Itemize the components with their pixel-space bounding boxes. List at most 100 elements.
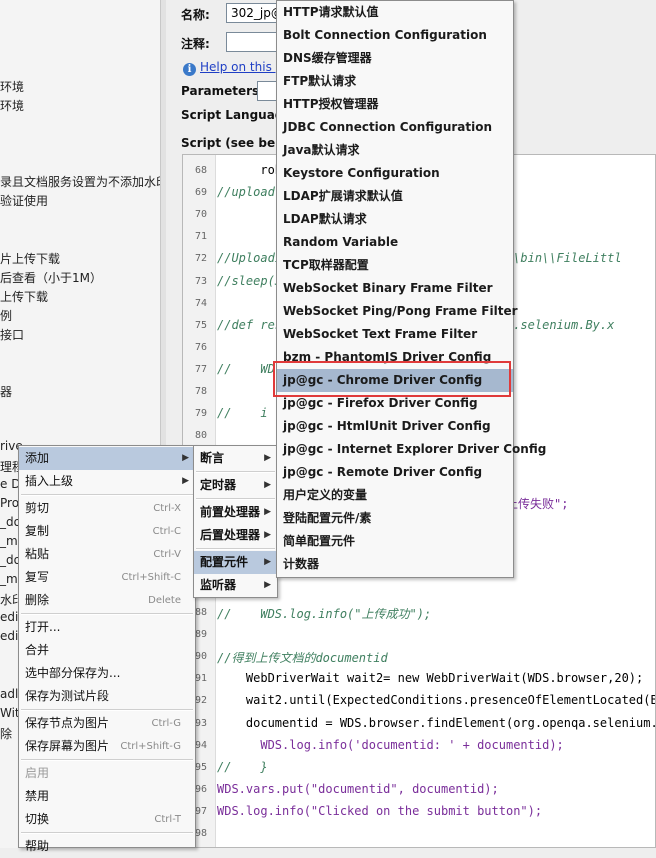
tree-node-label[interactable]: 器 bbox=[0, 383, 12, 400]
menu-item-cut[interactable]: 剪切 Ctrl-X bbox=[19, 497, 195, 520]
line-number: 74 bbox=[194, 297, 207, 309]
shortcut-hint: Ctrl-G bbox=[151, 718, 181, 729]
menu-item-label: 帮助 bbox=[25, 839, 50, 853]
submenu-arrow-icon: ▶ bbox=[182, 453, 189, 463]
submenu-arrow-icon: ▶ bbox=[264, 480, 271, 490]
menu-item-label: 启用 bbox=[25, 766, 50, 780]
config-menu-item[interactable]: LDAP扩展请求默认值 bbox=[277, 185, 513, 208]
menu-item-label: 选中部分保存为... bbox=[25, 666, 121, 680]
shortcut-hint: Ctrl-V bbox=[153, 549, 181, 560]
submenu-arrow-icon: ▶ bbox=[264, 580, 271, 590]
config-menu-item[interactable]: HTTP授权管理器 bbox=[277, 93, 513, 116]
config-menu-item[interactable]: jp@gc - HtmlUnit Driver Config bbox=[277, 415, 513, 438]
config-menu-item[interactable]: TCP取样器配置 bbox=[277, 254, 513, 277]
tree-node-label[interactable]: 例 bbox=[0, 307, 12, 324]
tree-node-label[interactable]: 除 bbox=[0, 725, 12, 742]
help-link[interactable]: Help on this p bbox=[200, 60, 283, 74]
menu-item-label: 打开... bbox=[25, 620, 61, 634]
menu-item-save-fragment[interactable]: 保存为测试片段 bbox=[19, 685, 195, 708]
submenu-item-timers[interactable]: 定时器 ▶ bbox=[194, 474, 277, 497]
submenu-item-pre-processors[interactable]: 前置处理器 ▶ bbox=[194, 501, 277, 524]
context-menu: 添加 ▶ 插入上级 ▶ 剪切 Ctrl-X 复制 Ctrl-C 粘贴 Ctrl-V 复写 Ctrl+S… bbox=[18, 445, 196, 853]
tree-node-label[interactable]: 环境 bbox=[0, 78, 24, 95]
config-menu-item[interactable]: jp@gc - Remote Driver Config bbox=[277, 461, 513, 484]
config-menu-item[interactable]: Java默认请求 bbox=[277, 139, 513, 162]
menu-separator bbox=[196, 498, 275, 500]
menu-item-label: 粘贴 bbox=[25, 547, 50, 561]
code-line: WebDriverWait wait2= new WebDriverWait(W… bbox=[217, 671, 644, 686]
config-menu-item[interactable]: 计数器 bbox=[277, 553, 513, 576]
config-menu-item[interactable]: jp@gc - Internet Explorer Driver Config bbox=[277, 438, 546, 461]
tree-node-label[interactable]: 后查看（小于1M） bbox=[0, 269, 102, 286]
config-menu-item[interactable]: 用户定义的变量 bbox=[277, 484, 513, 507]
menu-item-label: 前置处理器 bbox=[200, 505, 261, 519]
menu-item-merge[interactable]: 合并 bbox=[19, 639, 195, 662]
line-number: 73 bbox=[194, 275, 207, 287]
shortcut-hint: Ctrl+Shift-C bbox=[121, 572, 182, 583]
config-elements-menu: HTTP请求默认值 Bolt Connection Configuration DN… bbox=[276, 0, 546, 578]
menu-item-disable[interactable]: 禁用 bbox=[19, 785, 195, 808]
menu-item-toggle[interactable]: 切换 Ctrl-T bbox=[19, 808, 195, 831]
config-menu-item[interactable]: FTP默认请求 bbox=[277, 70, 513, 93]
menu-item-label: 复制 bbox=[25, 524, 50, 538]
tree-node-label[interactable]: 上传下载 bbox=[0, 288, 48, 305]
code-line: //sleep(3 bbox=[217, 273, 283, 288]
config-menu-item[interactable]: WebSocket Ping/Pong Frame Filter bbox=[277, 300, 518, 323]
tree-node-label[interactable]: edi bbox=[0, 629, 18, 643]
menu-item-insert-parent[interactable]: 插入上级 ▶ bbox=[19, 470, 195, 493]
config-menu-item[interactable]: Random Variable bbox=[277, 231, 513, 254]
script-language-label: Script Language bbox=[181, 108, 292, 122]
menu-separator bbox=[21, 613, 193, 615]
menu-item-save-node-image[interactable]: 保存节点为图片 Ctrl-G bbox=[19, 712, 195, 735]
submenu-item-post-processors[interactable]: 后置处理器 ▶ bbox=[194, 524, 277, 547]
menu-item-save-screen-image[interactable]: 保存屏幕为图片 Ctrl+Shift-G bbox=[19, 735, 195, 758]
add-submenu: 断言 ▶ 定时器 ▶ 前置处理器 ▶ 后置处理器 ▶ 配置元件 ▶ 监听器 ▶ bbox=[193, 445, 278, 598]
menu-item-paste[interactable]: 粘贴 Ctrl-V bbox=[19, 543, 195, 566]
submenu-arrow-icon: ▶ bbox=[264, 557, 271, 567]
menu-item-label: 保存节点为图片 bbox=[25, 716, 110, 730]
menu-item-duplicate[interactable]: 复写 Ctrl+Shift-C bbox=[19, 566, 195, 589]
config-menu-item[interactable]: Bolt Connection Configuration bbox=[277, 24, 513, 47]
tree-node-label[interactable]: 录且文档服务设置为不添加水印 bbox=[0, 173, 160, 190]
tree-node-label[interactable]: edi bbox=[0, 610, 18, 624]
menu-item-add[interactable]: 添加 ▶ bbox=[19, 447, 195, 470]
menu-item-help[interactable]: 帮助 bbox=[19, 835, 195, 858]
tree-node-label[interactable]: 验证使用 bbox=[0, 192, 48, 209]
config-menu-item[interactable]: Keystore Configuration bbox=[277, 162, 513, 185]
config-menu-item[interactable]: LDAP默认请求 bbox=[277, 208, 513, 231]
config-menu-item[interactable]: 登陆配置元件/素 bbox=[277, 507, 513, 530]
config-menu-item[interactable]: HTTP请求默认值 bbox=[277, 1, 513, 24]
config-menu-item[interactable]: 简单配置元件 bbox=[277, 530, 513, 553]
menu-separator bbox=[196, 548, 275, 550]
menu-item-delete[interactable]: 删除 Delete bbox=[19, 589, 195, 612]
submenu-item-assertions[interactable]: 断言 ▶ bbox=[194, 447, 277, 470]
menu-item-save-selection[interactable]: 选中部分保存为... bbox=[19, 662, 195, 685]
code-line: WDS.log.info("Clicked on the submit butt… bbox=[217, 803, 543, 818]
code-line: // WD bbox=[217, 361, 275, 376]
tree-node-label[interactable]: Pro bbox=[0, 496, 19, 510]
config-menu-item[interactable]: WebSocket Text Frame Filter bbox=[277, 323, 513, 346]
code-line: // i bbox=[217, 406, 268, 421]
submenu-item-listeners[interactable]: 监听器 ▶ bbox=[194, 574, 277, 597]
submenu-item-config-elements[interactable]: 配置元件 ▶ bbox=[194, 551, 277, 574]
tree-node-label[interactable]: 片上传下载 bbox=[0, 250, 60, 267]
config-menu-item[interactable]: WebSocket Binary Frame Filter bbox=[277, 277, 513, 300]
menu-item-open[interactable]: 打开... bbox=[19, 616, 195, 639]
tree-node-label[interactable]: 环境 bbox=[0, 97, 24, 114]
menu-item-copy[interactable]: 复制 Ctrl-C bbox=[19, 520, 195, 543]
line-number: 78 bbox=[194, 386, 207, 397]
menu-item-label: 后置处理器 bbox=[200, 528, 261, 542]
line-number: 79 bbox=[194, 408, 207, 420]
code-line: // WDS.log.info("上传成功"); bbox=[217, 607, 432, 621]
menu-item-label: 定时器 bbox=[200, 478, 237, 492]
menu-separator bbox=[21, 759, 193, 761]
tree-node-label[interactable]: 接口 bbox=[0, 326, 24, 343]
tree-node-label[interactable]: Wit bbox=[0, 706, 20, 720]
tree-node-label[interactable]: adl bbox=[0, 687, 18, 701]
code-line: documentid = WDS.browser.findElement(org… bbox=[217, 715, 656, 730]
config-menu-item[interactable]: DNS缓存管理器 bbox=[277, 47, 513, 70]
config-menu-item[interactable]: JDBC Connection Configuration bbox=[277, 116, 513, 139]
code-line: WDS.vars.put("documentid", documentid); bbox=[217, 781, 499, 796]
menu-item-label: 复写 bbox=[25, 570, 50, 584]
submenu-arrow-icon: ▶ bbox=[264, 530, 271, 540]
